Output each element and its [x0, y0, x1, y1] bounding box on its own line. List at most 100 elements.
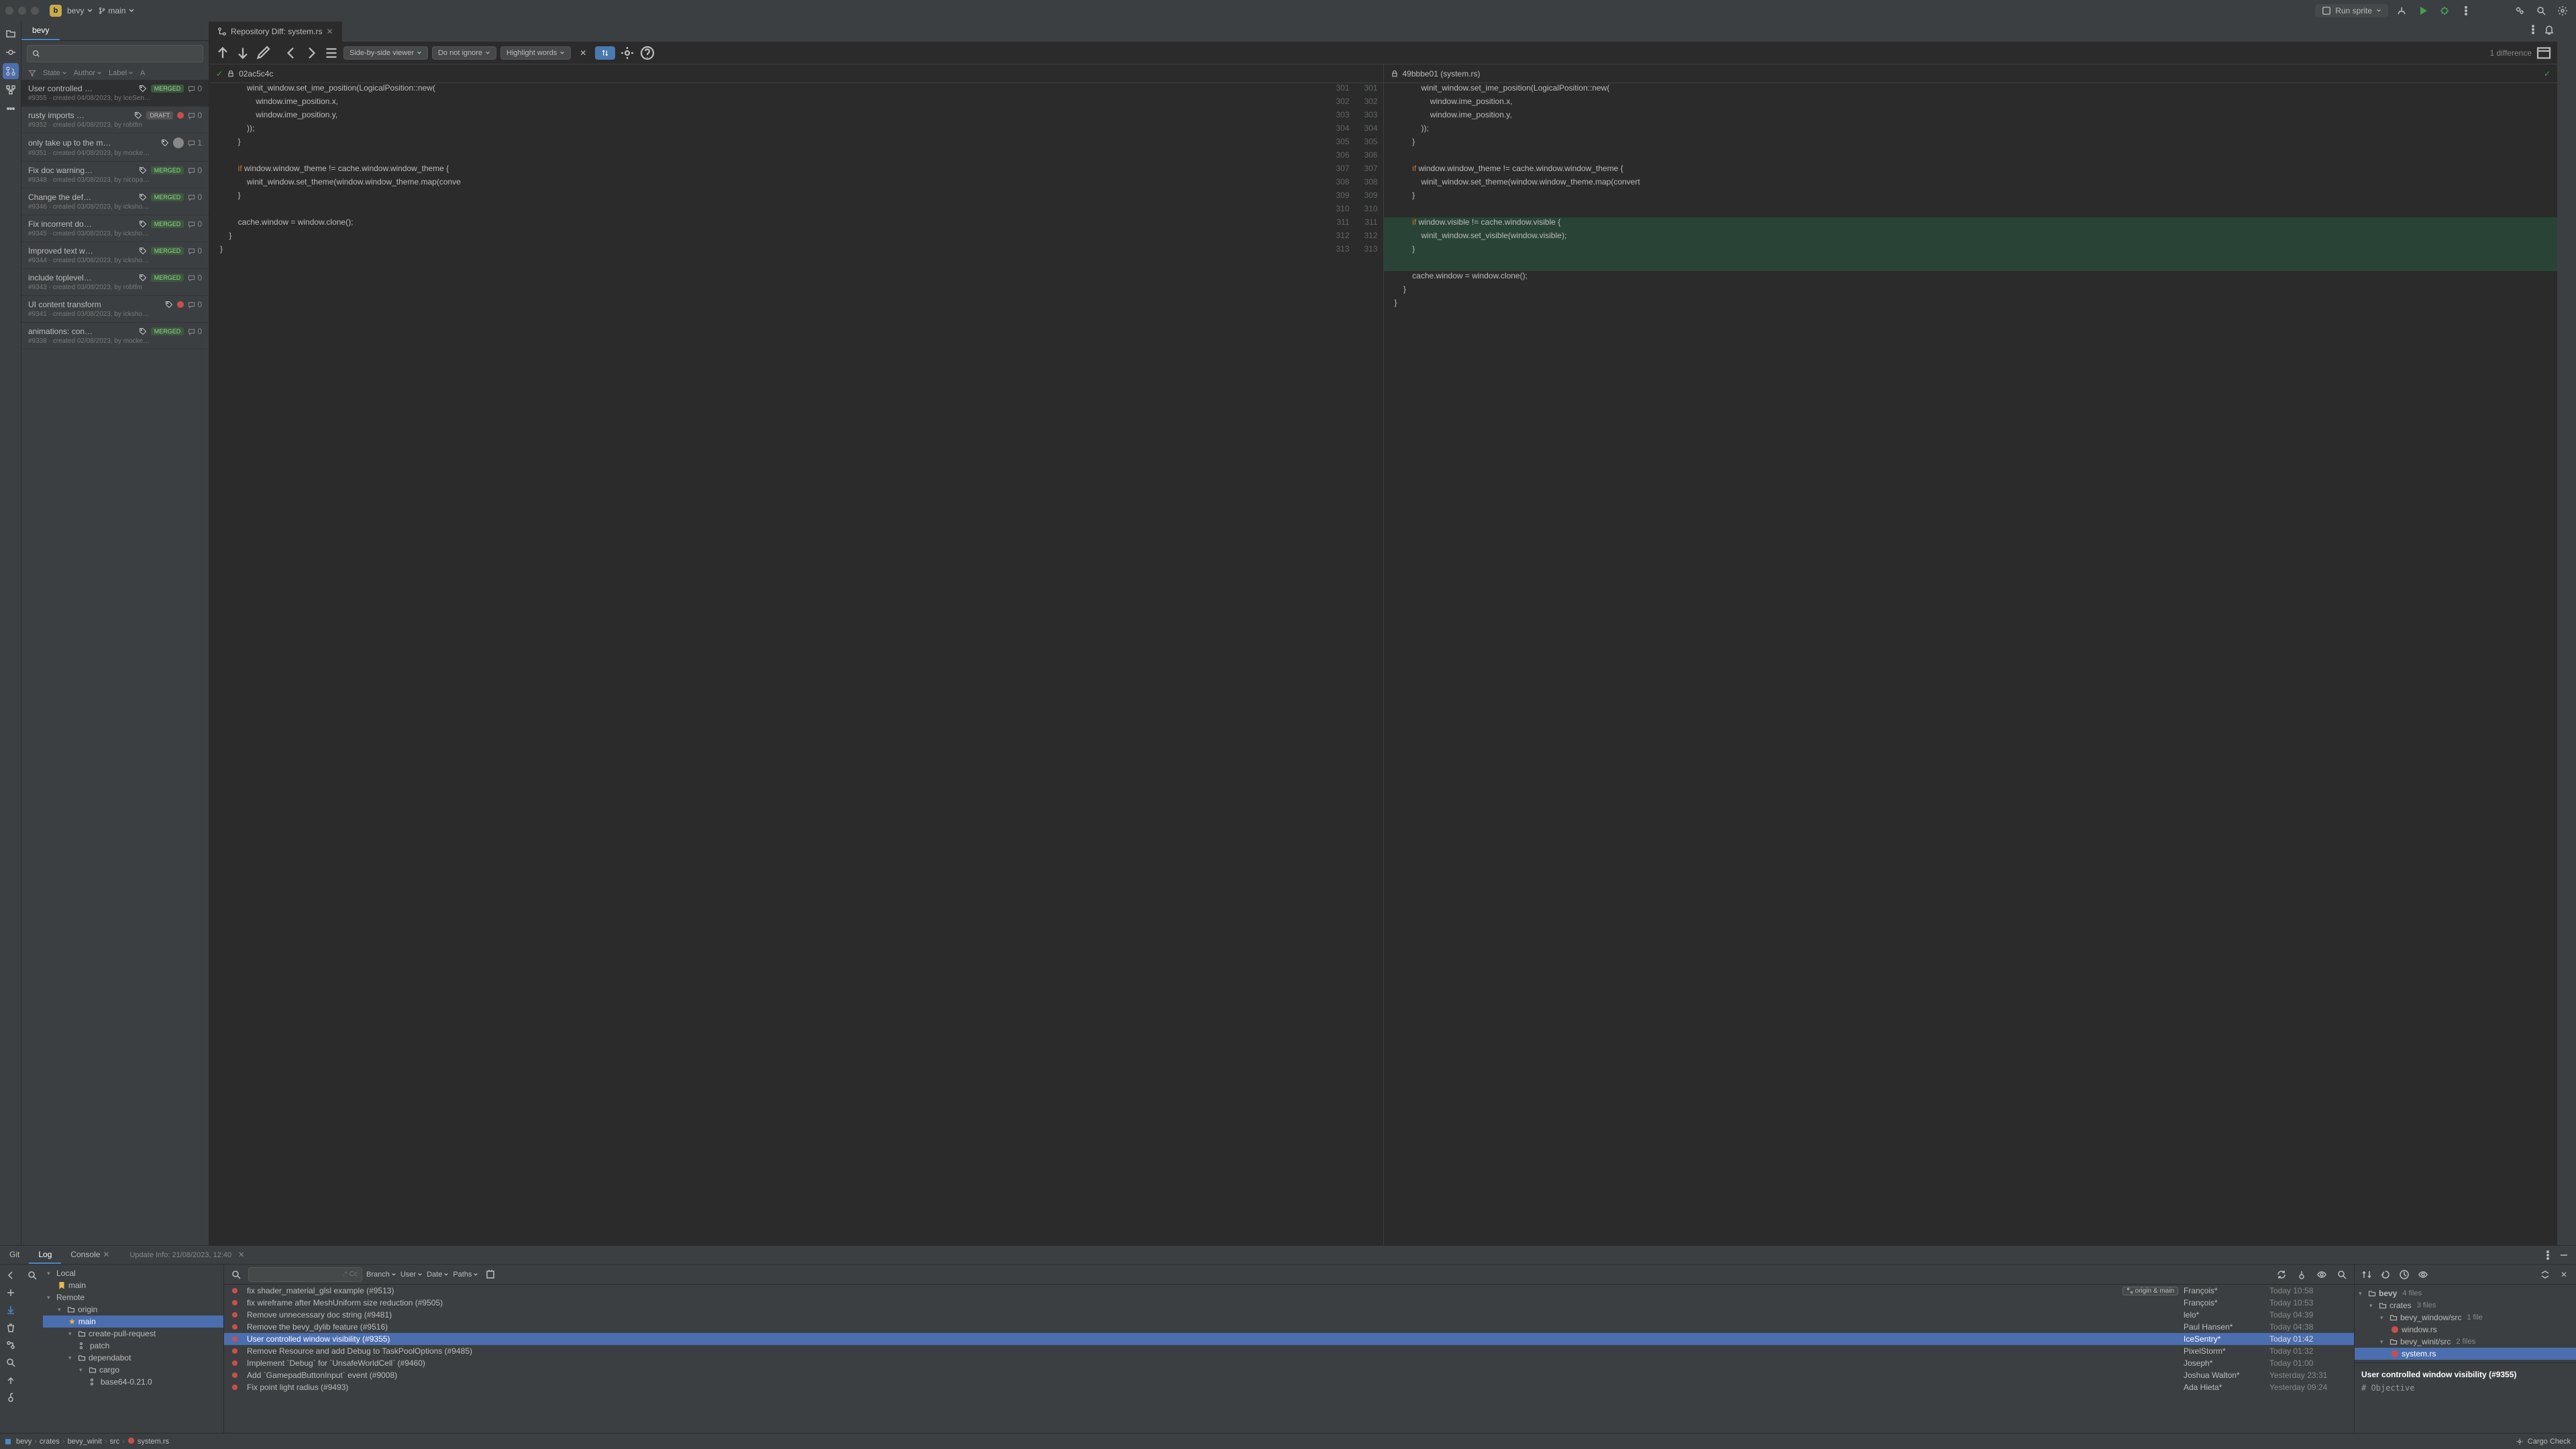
history-icon[interactable] — [2396, 1267, 2412, 1283]
filter-date[interactable]: Date — [427, 1271, 449, 1279]
cherry-pick-icon[interactable] — [3, 1389, 19, 1405]
go-to-icon[interactable] — [482, 1267, 498, 1283]
diff-body[interactable]: winit_window.set_ime_position(LogicalPos… — [209, 83, 2557, 1245]
search-icon[interactable] — [228, 1267, 244, 1283]
minimize-icon[interactable] — [2556, 1247, 2572, 1263]
search-icon[interactable] — [2533, 3, 2549, 19]
filter-assignee[interactable]: A — [140, 69, 145, 77]
breadcrumb-segment[interactable]: bevy — [16, 1438, 32, 1446]
log-row[interactable]: Implement `Debug` for `UnsafeWorldCell` … — [224, 1357, 2354, 1369]
pull-requests-tool-icon[interactable] — [3, 63, 19, 79]
project-tool-icon[interactable] — [3, 25, 19, 42]
tree-row[interactable]: ▾bevy_winit/src2 files — [2355, 1336, 2576, 1348]
tab-log[interactable]: Log — [29, 1246, 61, 1264]
highlight-dropdown[interactable]: Highlight words — [500, 46, 571, 60]
tree-origin-main[interactable]: ★main — [43, 1316, 223, 1328]
search-icon[interactable] — [24, 1267, 40, 1283]
pr-item[interactable]: include toplevel…MERGED0#9343 · created … — [21, 269, 209, 296]
forward-icon[interactable] — [303, 45, 319, 61]
find-icon[interactable] — [3, 1354, 19, 1371]
tree-row[interactable]: ▾bevy_window/src1 file — [2355, 1311, 2576, 1324]
breadcrumb[interactable]: bevy›crates›bevy_winit›src›system.rs — [5, 1437, 169, 1446]
tree-row[interactable]: ▾crates3 files — [2355, 1299, 2576, 1311]
tree-row[interactable]: ▾bevy4 files — [2355, 1287, 2576, 1299]
settings-icon[interactable] — [2555, 3, 2571, 19]
tree-patch[interactable]: patch — [43, 1340, 223, 1352]
pr-item[interactable]: User controlled …MERGED0#9355 · created … — [21, 80, 209, 107]
panel-options-icon[interactable] — [2540, 1247, 2556, 1263]
compare-icon[interactable] — [3, 1337, 19, 1353]
layout-icon[interactable] — [2536, 45, 2552, 61]
pr-search-input[interactable] — [27, 45, 203, 62]
cherry-pick-icon[interactable] — [2294, 1267, 2310, 1283]
file-system-rs[interactable]: system.rs — [2355, 1348, 2576, 1360]
tree-dependabot[interactable]: ▾dependabot — [43, 1352, 223, 1364]
eye-icon[interactable] — [2314, 1267, 2330, 1283]
close-icon[interactable]: ✕ — [238, 1250, 244, 1259]
pr-item[interactable]: UI content transform0#9341 · created 03/… — [21, 296, 209, 323]
run-icon[interactable] — [2415, 3, 2431, 19]
structure-tool-icon[interactable] — [3, 82, 19, 98]
prev-change-icon[interactable] — [215, 45, 231, 61]
project-dropdown[interactable]: bevy — [67, 6, 93, 15]
branch-up-icon[interactable] — [3, 1372, 19, 1388]
close-icon[interactable]: ✕ — [326, 27, 333, 36]
list-icon[interactable] — [323, 45, 339, 61]
refresh-icon[interactable] — [2273, 1267, 2290, 1283]
tree-origin[interactable]: ▾origin — [43, 1303, 223, 1316]
gear-icon[interactable] — [2516, 1438, 2524, 1446]
notifications-icon[interactable] — [2541, 21, 2557, 38]
eye-icon[interactable] — [2415, 1267, 2431, 1283]
window-controls[interactable] — [5, 7, 39, 15]
more-icon[interactable] — [2458, 3, 2474, 19]
tree-base64[interactable]: base64-0.21.0 — [43, 1376, 223, 1388]
tree-local-main[interactable]: main — [43, 1279, 223, 1291]
collapse-icon[interactable]: ✕ — [575, 45, 591, 61]
edit-icon[interactable] — [255, 45, 271, 61]
tree-remote[interactable]: ▾Remote — [43, 1291, 223, 1303]
sidebar-tab[interactable]: bevy — [21, 21, 60, 40]
filter-paths[interactable]: Paths — [453, 1271, 478, 1279]
log-search-input[interactable]: .* Cc — [248, 1267, 362, 1282]
fetch-down-icon[interactable] — [3, 1302, 19, 1318]
breadcrumb-segment[interactable]: crates — [40, 1438, 60, 1446]
filter-icon[interactable] — [28, 69, 36, 77]
pr-item[interactable]: Change the def…MERGED0#9346 · created 03… — [21, 189, 209, 215]
tree-cargo[interactable]: ▾cargo — [43, 1364, 223, 1376]
add-icon[interactable] — [3, 1285, 19, 1301]
show-diff-icon[interactable] — [2359, 1267, 2375, 1283]
delete-icon[interactable] — [3, 1320, 19, 1336]
diff-settings-icon[interactable] — [619, 45, 635, 61]
filter-author[interactable]: Author — [74, 69, 102, 77]
branch-dropdown[interactable]: main — [99, 6, 135, 15]
file-window-rs[interactable]: window.rs — [2355, 1324, 2576, 1336]
sync-scroll-icon[interactable] — [595, 46, 615, 60]
tab-git[interactable]: Git — [0, 1246, 29, 1264]
expand-icon[interactable] — [2537, 1267, 2553, 1283]
pr-item[interactable]: only take up to the m…1#9351 · created 0… — [21, 133, 209, 162]
help-icon[interactable] — [639, 45, 655, 61]
breadcrumb-segment[interactable]: bevy_winit — [68, 1438, 102, 1446]
log-row[interactable]: Add `GamepadButtonInput` event (#9008)Jo… — [224, 1369, 2354, 1381]
editor-tab[interactable]: Repository Diff: system.rs ✕ — [209, 21, 342, 42]
pr-item[interactable]: Fix doc warning…MERGED0#9348 · created 0… — [21, 162, 209, 189]
search-icon[interactable] — [2334, 1267, 2350, 1283]
back-icon[interactable] — [283, 45, 299, 61]
log-row[interactable]: User controlled window visibility (#9355… — [224, 1333, 2354, 1345]
tree-local[interactable]: ▾Local — [43, 1267, 223, 1279]
pr-item[interactable]: Fix incorrent do…MERGED0#9345 · created … — [21, 215, 209, 242]
log-row[interactable]: fix shader_material_glsl example (#9513)… — [224, 1285, 2354, 1297]
pr-item[interactable]: rusty imports …DRAFT0#9352 · created 04/… — [21, 107, 209, 133]
filter-state[interactable]: State — [43, 69, 67, 77]
tab-more-icon[interactable] — [2525, 21, 2541, 38]
build-icon[interactable] — [2394, 3, 2410, 19]
debug-icon[interactable] — [2436, 3, 2453, 19]
run-config-dropdown[interactable]: Run sprite — [2315, 4, 2388, 17]
tree-cpr[interactable]: ▾create-pull-request — [43, 1328, 223, 1340]
breadcrumb-segment[interactable]: src — [110, 1438, 120, 1446]
ignore-dropdown[interactable]: Do not ignore — [432, 46, 496, 60]
code-with-me-icon[interactable] — [2512, 3, 2528, 19]
more-tools-icon[interactable] — [3, 101, 19, 117]
log-row[interactable]: Remove Resource and add Debug to TaskPoo… — [224, 1345, 2354, 1357]
filter-label[interactable]: Label — [109, 69, 133, 77]
